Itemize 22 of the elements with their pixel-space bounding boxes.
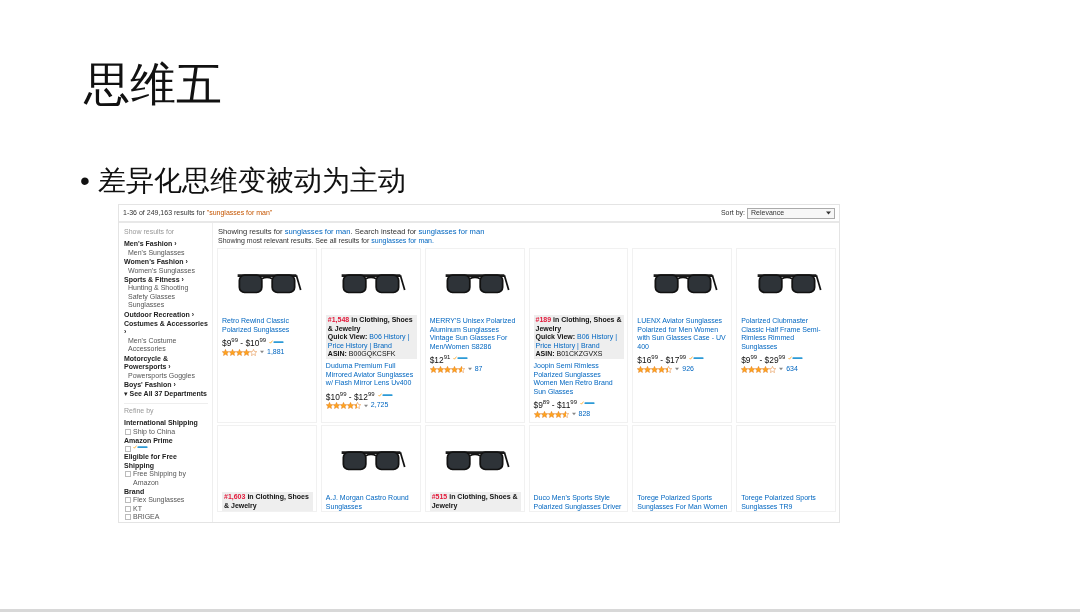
price-text: $12$^{91}$ (429, 353, 451, 365)
caret-icon[interactable] (779, 367, 784, 372)
price-text: $9$^{99}$ - $10$^{99}$ (222, 336, 267, 348)
price-text: $10$^{99}$ - $12$^{99}$ (325, 389, 375, 402)
filter-checkbox[interactable] (125, 497, 131, 504)
filter-checkbox[interactable] (125, 446, 131, 453)
bullet-text: 差异化思维变被动为主动 (97, 164, 406, 198)
filter-checkbox[interactable] (125, 514, 131, 521)
slide-title: 思维五 (84, 57, 223, 112)
caret-icon[interactable] (363, 403, 368, 408)
filter-checkbox[interactable] (125, 428, 131, 435)
price-text: $9$^{99}$ - $29$^{99}$ (741, 353, 786, 365)
caret-icon[interactable] (571, 412, 576, 417)
filter-checkbox[interactable] (125, 505, 131, 512)
prime-logo-icon (133, 445, 149, 450)
filter-checkbox[interactable] (125, 471, 131, 478)
caret-icon[interactable] (467, 367, 472, 372)
price-text: $9$^{89}$ - $11$^{99}$ (533, 398, 577, 410)
bullet-marker: • (80, 164, 90, 198)
price-text: $16$^{99}$ - $17$^{99}$ (637, 353, 687, 365)
caret-icon[interactable] (675, 367, 680, 372)
caret-icon (826, 211, 831, 215)
